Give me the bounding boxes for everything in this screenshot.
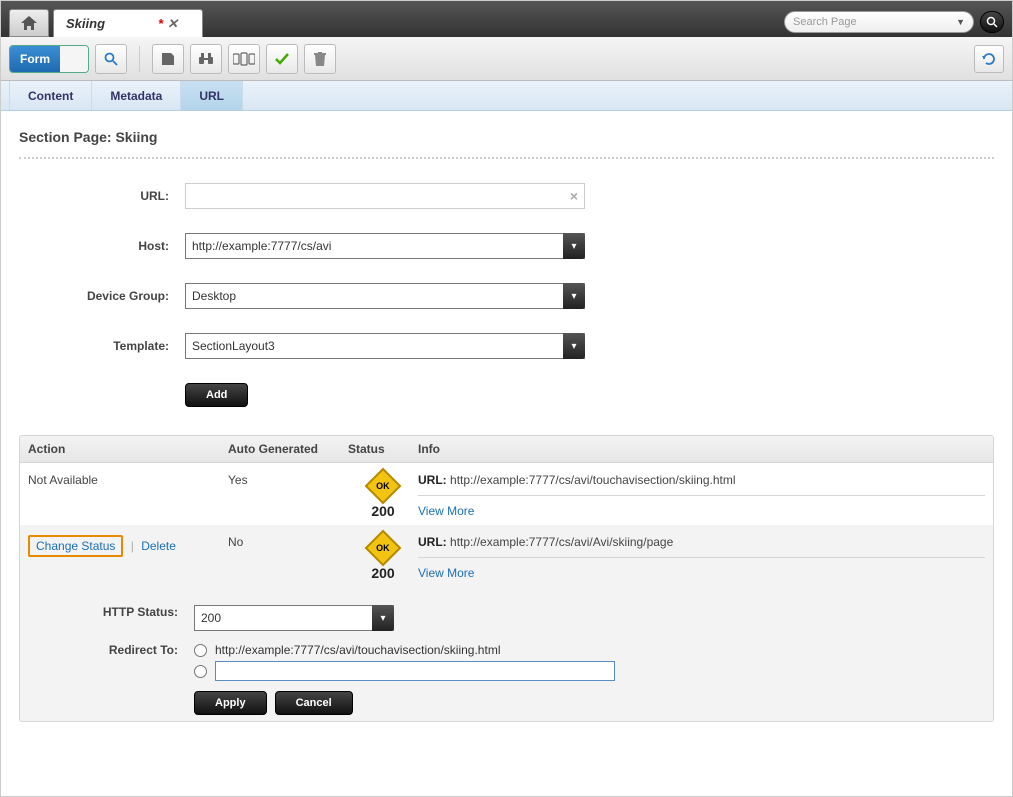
add-button[interactable]: Add — [185, 383, 248, 407]
http-status-value: 200 — [201, 611, 221, 625]
document-tab[interactable]: Skiing * ✕ — [53, 9, 203, 37]
template-label: Template: — [29, 339, 169, 353]
chevron-down-icon: ▾ — [563, 283, 585, 309]
redirect-to-label: Redirect To: — [38, 643, 178, 657]
device-preview-button[interactable] — [228, 44, 260, 74]
info-url: URL: http://example:7777/cs/avi/touchavi… — [418, 473, 985, 487]
apply-button[interactable]: Apply — [194, 691, 267, 715]
magnifier-icon — [103, 51, 119, 67]
form-toggle-label: Form — [20, 52, 50, 66]
delete-button[interactable] — [304, 44, 336, 74]
clear-url-icon[interactable]: × — [570, 188, 578, 204]
chevron-down-icon: ▼ — [956, 17, 965, 27]
http-status-select[interactable]: 200 ▾ — [194, 605, 394, 631]
template-value: SectionLayout3 — [192, 339, 275, 353]
status-code: 200 — [371, 565, 394, 581]
preview-button[interactable] — [190, 44, 222, 74]
view-more-link[interactable]: View More — [418, 504, 474, 518]
status-ok-badge: OK — [365, 530, 402, 567]
redirect-option-custom[interactable] — [194, 665, 207, 678]
expand-panel: HTTP Status: 200 ▾ Redirect To: http://e… — [20, 587, 993, 721]
device-group-select[interactable]: Desktop ▾ — [185, 283, 585, 309]
search-icon — [986, 16, 998, 28]
url-label: URL: — [29, 189, 169, 203]
toolbar: Form — [1, 37, 1012, 81]
content-tabs: Content Metadata URL — [1, 81, 1012, 111]
page-title: Section Page: Skiing — [19, 129, 994, 145]
home-button[interactable] — [9, 9, 49, 37]
delete-link[interactable]: Delete — [141, 539, 176, 553]
close-tab-icon[interactable]: ✕ — [167, 16, 178, 32]
home-icon — [21, 16, 37, 30]
http-status-label: HTTP Status: — [38, 605, 178, 619]
refresh-button[interactable] — [974, 45, 1004, 73]
action-cell: Not Available — [28, 473, 228, 519]
dirty-indicator: * — [158, 16, 163, 31]
save-button[interactable] — [152, 44, 184, 74]
host-select[interactable]: http://example:7777/cs/avi ▾ — [185, 233, 585, 259]
redirect-option-label: http://example:7777/cs/avi/touchavisecti… — [215, 643, 500, 657]
device-group-label: Device Group: — [29, 289, 169, 303]
chevron-down-icon: ▾ — [563, 233, 585, 259]
tab-url[interactable]: URL — [181, 81, 243, 110]
search-button[interactable] — [980, 11, 1004, 33]
check-icon — [274, 52, 290, 66]
change-status-link[interactable]: Change Status — [28, 535, 123, 557]
status-ok-badge: OK — [365, 468, 402, 505]
approve-button[interactable] — [266, 44, 298, 74]
device-group-value: Desktop — [192, 289, 236, 303]
trash-icon — [314, 52, 326, 66]
status-code: 200 — [371, 503, 394, 519]
url-input[interactable]: × — [185, 183, 585, 209]
redirect-option-existing[interactable] — [194, 644, 207, 657]
col-header-auto: Auto Generated — [228, 442, 348, 456]
save-icon — [161, 52, 175, 66]
form-view-toggle[interactable]: Form — [9, 45, 89, 73]
auto-generated-cell: No — [228, 535, 348, 581]
col-header-action: Action — [28, 442, 228, 456]
table-row: Change Status | Delete No OK 200 URL: ht… — [20, 525, 993, 587]
search-input[interactable]: Search Page ▼ — [784, 11, 974, 33]
tab-title: Skiing — [66, 16, 105, 31]
search-placeholder: Search Page — [793, 16, 857, 28]
binoculars-icon — [198, 52, 214, 66]
tab-content[interactable]: Content — [9, 81, 92, 110]
url-table: Action Auto Generated Status Info Not Av… — [19, 435, 994, 722]
host-label: Host: — [29, 239, 169, 253]
host-value: http://example:7777/cs/avi — [192, 239, 331, 253]
chevron-down-icon: ▾ — [372, 605, 394, 631]
auto-generated-cell: Yes — [228, 473, 348, 519]
col-header-info: Info — [418, 442, 985, 456]
app-topbar: Skiing * ✕ Search Page ▼ — [1, 1, 1012, 37]
col-header-status: Status — [348, 442, 418, 456]
template-select[interactable]: SectionLayout3 ▾ — [185, 333, 585, 359]
refresh-icon — [981, 51, 997, 67]
chevron-down-icon: ▾ — [563, 333, 585, 359]
inspect-button[interactable] — [95, 44, 127, 74]
tab-metadata[interactable]: Metadata — [92, 81, 181, 110]
redirect-custom-input[interactable] — [215, 661, 615, 681]
info-url: URL: http://example:7777/cs/avi/Avi/skii… — [418, 535, 985, 549]
devices-icon — [233, 52, 255, 66]
view-more-link[interactable]: View More — [418, 566, 474, 580]
table-row: Not Available Yes OK 200 URL: http://exa… — [20, 463, 993, 525]
cancel-button[interactable]: Cancel — [275, 691, 353, 715]
